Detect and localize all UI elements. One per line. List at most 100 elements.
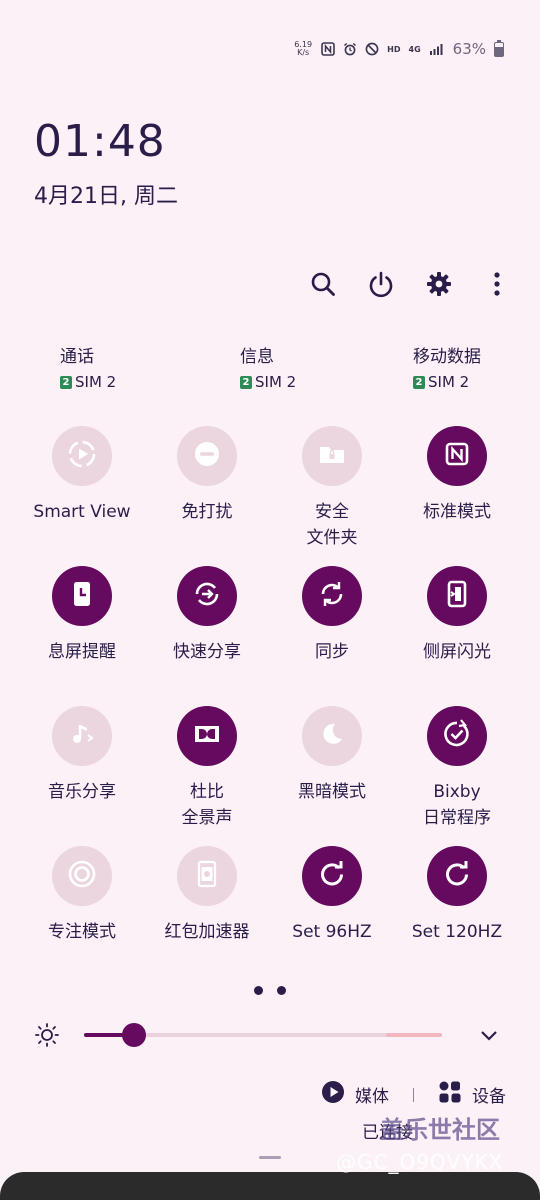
- sim-setting-label: 移动数据: [413, 347, 481, 367]
- tile-button[interactable]: [52, 846, 112, 906]
- search-icon[interactable]: [308, 266, 338, 302]
- media-button[interactable]: 媒体: [321, 1080, 389, 1109]
- sim-name: SIM 2: [75, 373, 117, 391]
- tile-bixby-routines[interactable]: Bixby 日常程序: [395, 704, 519, 831]
- brightness-high-zone: [386, 1033, 442, 1037]
- page-dot[interactable]: [277, 986, 286, 995]
- tile-label: 红包加速器: [164, 922, 250, 942]
- tile-focus-mode[interactable]: 专注模式: [20, 844, 144, 945]
- tile-red-envelope-booster[interactable]: 红包加速器: [145, 844, 269, 945]
- sim-name: SIM 2: [255, 373, 297, 391]
- tile-button[interactable]: [177, 566, 237, 626]
- tile-button[interactable]: [427, 706, 487, 766]
- tile-smart-view[interactable]: Smart View: [20, 424, 144, 525]
- do-not-disturb-icon: [365, 42, 379, 56]
- tile-music-share[interactable]: 音乐分享: [20, 704, 144, 805]
- brightness-slider[interactable]: [84, 1023, 442, 1047]
- tile-button[interactable]: [427, 426, 487, 486]
- sim-setting-messages[interactable]: 信息 2 SIM 2: [240, 342, 296, 391]
- media-label: 媒体: [355, 1087, 389, 1107]
- battery-percent: 63%: [452, 40, 486, 58]
- tile-button[interactable]: [302, 566, 362, 626]
- tile-button[interactable]: [302, 426, 362, 486]
- signal-icon: [429, 42, 443, 56]
- sync-icon: [315, 577, 349, 615]
- bottom-panel-edge: [0, 1172, 540, 1200]
- brightness-thumb[interactable]: [122, 1023, 147, 1047]
- moon-icon: [315, 717, 349, 755]
- tile-label: 黑暗模式: [298, 782, 366, 802]
- tile-label: 同步: [315, 642, 349, 662]
- tile-edge-lighting[interactable]: 侧屏闪光: [395, 564, 519, 665]
- more-vert-icon[interactable]: [482, 266, 512, 302]
- tile-standard-mode[interactable]: 标准模式: [395, 424, 519, 525]
- bixby-routines-icon: [440, 717, 474, 755]
- tile-label: Bixby 日常程序: [423, 782, 491, 828]
- tile-button[interactable]: [427, 846, 487, 906]
- sim-setting-label: 通话: [60, 347, 94, 367]
- tile-sync[interactable]: 同步: [270, 564, 394, 665]
- sim-badge: 2: [413, 375, 425, 389]
- tile-button[interactable]: [52, 426, 112, 486]
- secure-folder-icon: [315, 437, 349, 475]
- quick-share-icon: [190, 577, 224, 615]
- battery-icon: [494, 39, 504, 57]
- chevron-down-icon[interactable]: [478, 1024, 500, 1046]
- music-share-icon: [65, 717, 99, 755]
- tile-secure-folder[interactable]: 安全 文件夹: [270, 424, 394, 551]
- tile-label: 专注模式: [48, 922, 116, 942]
- tile-dolby-atmos[interactable]: 杜比 全景声: [145, 704, 269, 831]
- nfc-icon: [321, 42, 335, 56]
- nfc-icon: [440, 437, 474, 475]
- sim-badge: 2: [60, 375, 72, 389]
- tile-always-on-display[interactable]: 息屏提醒: [20, 564, 144, 665]
- clock-date: 4月21日, 周二: [34, 184, 178, 209]
- tile-do-not-disturb[interactable]: 免打扰: [145, 424, 269, 525]
- focus-mode-icon: [65, 857, 99, 895]
- power-icon[interactable]: [366, 266, 396, 302]
- smart-view-icon: [65, 437, 99, 475]
- do-not-disturb-icon: [190, 437, 224, 475]
- status-bar: 6.19 K/s HD 4G 63%: [293, 39, 504, 58]
- tile-label: 音乐分享: [48, 782, 116, 802]
- tile-label: 安全 文件夹: [306, 502, 358, 548]
- network-speed: 6.19 K/s: [293, 41, 313, 57]
- tile-label: 标准模式: [423, 502, 491, 522]
- edge-lighting-icon: [440, 577, 474, 615]
- gear-icon[interactable]: [424, 266, 454, 302]
- drag-handle[interactable]: [259, 1156, 281, 1159]
- tile-button[interactable]: [177, 706, 237, 766]
- tile-button[interactable]: [52, 566, 112, 626]
- tile-label: 侧屏闪光: [423, 642, 491, 662]
- watermark-brand: 盖乐世社区: [380, 1116, 500, 1144]
- sim-setting-calls[interactable]: 通话 2 SIM 2: [60, 342, 116, 391]
- tile-label: Set 96HZ: [292, 922, 372, 942]
- battery-fill: [495, 47, 503, 56]
- refresh-icon: [440, 857, 474, 895]
- tile-set-120hz[interactable]: Set 120HZ: [395, 844, 519, 945]
- tile-set-96hz[interactable]: Set 96HZ: [270, 844, 394, 945]
- sim-name: SIM 2: [428, 373, 470, 391]
- tile-button[interactable]: [52, 706, 112, 766]
- red-envelope-icon: [190, 857, 224, 895]
- tile-dark-mode[interactable]: 黑暗模式: [270, 704, 394, 805]
- tile-label: 息屏提醒: [48, 642, 116, 662]
- tile-button[interactable]: [177, 846, 237, 906]
- network-type: 4G: [408, 44, 421, 54]
- tile-button[interactable]: [177, 426, 237, 486]
- tile-button[interactable]: [302, 846, 362, 906]
- tile-label: Set 120HZ: [411, 922, 503, 942]
- page-dot[interactable]: [254, 986, 263, 995]
- alarm-icon: [343, 42, 357, 56]
- tile-quick-share[interactable]: 快速分享: [145, 564, 269, 665]
- devices-button[interactable]: 设备: [438, 1080, 506, 1109]
- tile-button[interactable]: [427, 566, 487, 626]
- media-output-row: 媒体 设备: [321, 1080, 506, 1109]
- tile-button[interactable]: [302, 706, 362, 766]
- page-indicator: [254, 986, 286, 995]
- dolby-icon: [190, 717, 224, 755]
- always-on-display-icon: [65, 577, 99, 615]
- refresh-icon: [315, 857, 349, 895]
- sim-setting-mobile-data[interactable]: 移动数据 2 SIM 2: [413, 342, 481, 391]
- brightness-control: [0, 1020, 540, 1050]
